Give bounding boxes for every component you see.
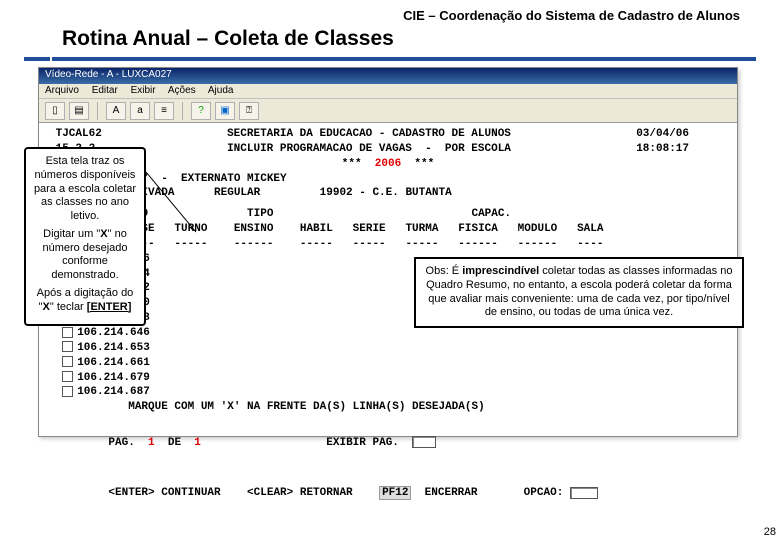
toolbar-button[interactable]: ⍰ <box>239 102 259 120</box>
row-checkbox[interactable] <box>62 327 73 338</box>
toolbar-button[interactable]: a <box>130 102 150 120</box>
row-checkbox[interactable] <box>62 341 73 352</box>
toolbar-button[interactable]: A <box>106 102 126 120</box>
toolbar-button[interactable]: ▤ <box>69 102 89 120</box>
title-rule <box>24 57 756 61</box>
window-toolbar: ▯ ▤ A a ≡ ? ▣ ⍰ <box>39 99 737 123</box>
row-number: 106.214.687 <box>77 386 150 398</box>
row-checkbox[interactable] <box>62 356 73 367</box>
row-number: 106.214.661 <box>77 357 150 369</box>
term-footer: <ENTER> CONTINUAR <CLEAR> RETORNAR PF12 … <box>49 472 727 517</box>
row-checkbox[interactable] <box>62 371 73 382</box>
table-row: 106.214.687 <box>49 385 727 400</box>
term-header-1: TJCAL62SECRETARIA DA EDUCACAO - CADASTRO… <box>49 127 727 142</box>
annotation-right: Obs: É imprescindível coletar todas as c… <box>414 257 744 328</box>
exibir-pag-input[interactable] <box>412 436 436 448</box>
menu-ajuda[interactable]: Ajuda <box>208 85 234 96</box>
row-number: 106.214.646 <box>77 327 150 339</box>
menu-exibir[interactable]: Exibir <box>131 85 156 96</box>
term-year: *** 2006 *** <box>49 157 727 172</box>
menu-arquivo[interactable]: Arquivo <box>45 85 79 96</box>
toolbar-button[interactable]: ▯ <box>45 102 65 120</box>
pf12-key: PF12 <box>379 486 411 500</box>
term-mark-instruction: MARQUE COM UM 'X' NA FRENTE DA(S) LINHA(… <box>49 400 727 415</box>
annot-left-p2: Digitar um "X" no número desejado confor… <box>30 228 140 283</box>
table-row: 106.214.653 <box>49 341 727 356</box>
toolbar-button[interactable]: ≡ <box>154 102 174 120</box>
table-row: 106.214.646 <box>49 326 727 341</box>
row-checkbox[interactable] <box>62 386 73 397</box>
term-pagination: PAG. 1 DE 1 EXIBIR PAG. <box>49 421 727 466</box>
menu-editar[interactable]: Editar <box>92 85 118 96</box>
annot-left-p1: Esta tela traz os números disponíveis pa… <box>30 155 140 224</box>
stage: Esta tela traz os números disponíveis pa… <box>24 67 756 447</box>
annotation-lead-line <box>146 172 196 262</box>
header-cie: CIE – Coordenação do Sistema de Cadastro… <box>0 0 780 27</box>
row-number: 106.214.653 <box>77 342 150 354</box>
table-row: 106.214.679 <box>49 371 727 386</box>
page-title: Rotina Anual – Coleta de Classes <box>0 27 780 57</box>
window-titlebar: Vídeo-Rede - A - LUXCA027 <box>39 68 737 84</box>
annot-left-p3: Após a digitação do "X" teclar [ENTER] <box>30 287 140 315</box>
menu-acoes[interactable]: Ações <box>168 85 196 96</box>
annotation-left: Esta tela traz os números disponíveis pa… <box>24 147 146 326</box>
table-row: 106.214.661 <box>49 356 727 371</box>
slide-number: 28 <box>764 526 776 538</box>
window-menubar[interactable]: Arquivo Editar Exibir Ações Ajuda <box>39 84 737 99</box>
toolbar-button[interactable]: ? <box>191 102 211 120</box>
row-number: 106.214.679 <box>77 372 150 384</box>
toolbar-button[interactable]: ▣ <box>215 102 235 120</box>
opcao-input[interactable] <box>570 487 598 499</box>
term-header-2: 15.2.2INCLUIR PROGRAMACAO DE VAGAS - POR… <box>49 142 727 157</box>
